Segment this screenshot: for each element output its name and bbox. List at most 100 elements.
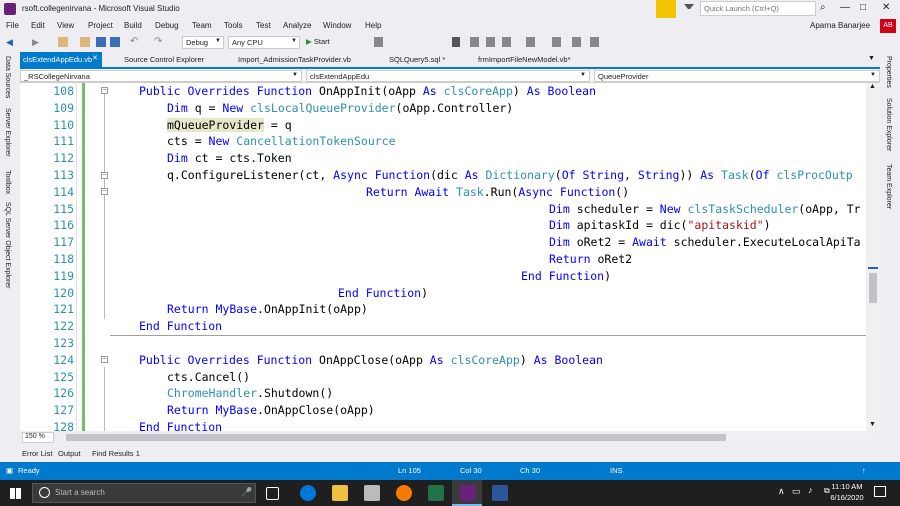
collapse-line — [104, 367, 105, 431]
clock-time[interactable]: 11:10 AM — [828, 482, 866, 491]
start-button[interactable]: ▶ Start — [306, 37, 330, 46]
zoom-value: 150 % — [25, 433, 45, 440]
excel-icon[interactable] — [428, 485, 444, 501]
menu-window[interactable]: Window — [323, 21, 351, 30]
toolbar-icon-5[interactable] — [552, 37, 561, 47]
column-indicator: Col 30 — [460, 466, 482, 475]
collapse-toggle-icon[interactable]: − — [101, 172, 108, 179]
action-center-icon[interactable] — [874, 486, 886, 497]
toolbar-icon-6[interactable] — [572, 37, 581, 47]
zoom-select[interactable]: 150 % — [22, 432, 54, 443]
new-project-icon[interactable] — [58, 37, 68, 47]
microphone-icon[interactable]: 🎤 — [241, 487, 252, 498]
network-icon[interactable]: ▭ — [792, 486, 801, 497]
forward-icon[interactable]: ▶ — [32, 37, 39, 48]
tab-frmimportfilenewmodel[interactable]: frmImportFileNewModel.vb* — [478, 55, 571, 64]
close-button[interactable]: ✕ — [882, 2, 890, 13]
scroll-thumb[interactable] — [869, 273, 877, 303]
toolbar-icon-1[interactable] — [470, 37, 479, 47]
code-token: Return — [549, 252, 591, 266]
notification-flag-icon[interactable] — [656, 0, 676, 18]
firefox-icon[interactable] — [396, 485, 412, 501]
taskbar-search-box[interactable]: Start a search 🎤 — [32, 483, 256, 503]
minimize-button[interactable]: — — [840, 2, 850, 13]
word-icon[interactable] — [492, 485, 508, 501]
horizontal-scroll-area: 150 % — [20, 431, 880, 444]
collapse-toggle-icon[interactable]: − — [101, 87, 108, 94]
horizontal-scroll-thumb[interactable] — [66, 434, 726, 441]
team-explorer-tab[interactable]: Team Explorer — [885, 164, 892, 209]
class-dropdown[interactable]: clsExtendAppEdu ▼ — [306, 70, 590, 82]
undo-icon[interactable]: ↶ — [130, 36, 138, 47]
horizontal-scrollbar[interactable] — [58, 434, 878, 441]
server-explorer-tab[interactable]: Server Explorer — [4, 108, 11, 157]
code-token: clsProcOutp — [776, 168, 853, 182]
volume-icon[interactable]: ♪ — [808, 485, 813, 495]
platform-select[interactable]: Any CPU ▼ — [228, 36, 300, 49]
code-token: (oApp.Controller) — [395, 100, 514, 115]
menu-view[interactable]: View — [57, 21, 74, 30]
config-select[interactable]: Debug ▼ — [182, 36, 224, 49]
vertical-scrollbar[interactable]: ▲ ▼ — [866, 83, 880, 431]
collapse-toggle-icon[interactable]: − — [101, 188, 108, 195]
tab-clsextendappedu[interactable]: clsExtendAppEdu.vb ✕ — [20, 52, 102, 67]
quick-launch-input[interactable] — [700, 1, 816, 16]
collapse-toggle-icon[interactable]: − — [101, 356, 108, 363]
back-icon[interactable]: ◀ — [6, 37, 13, 48]
tab-sqlquery5[interactable]: SQLQuery5.sql * — [389, 55, 445, 64]
tab-source-control-explorer[interactable]: Source Control Explorer — [124, 55, 204, 64]
menu-analyze[interactable]: Analyze — [283, 21, 311, 30]
toolbar-icon-4[interactable] — [526, 37, 535, 47]
close-icon[interactable]: ✕ — [92, 54, 98, 62]
menu-file[interactable]: File — [6, 21, 19, 30]
member-dropdown[interactable]: QueueProvider ▼ — [594, 70, 880, 82]
menu-test[interactable]: Test — [256, 21, 271, 30]
menu-build[interactable]: Build — [124, 21, 142, 30]
code-line: mQueueProvider = q — [167, 117, 292, 134]
show-hidden-icons-icon[interactable]: ∧ — [778, 486, 785, 497]
toolbox-tab[interactable]: Toolbox — [4, 170, 11, 194]
store-icon[interactable] — [364, 485, 380, 501]
clock-date[interactable]: 6/16/2020 — [828, 493, 866, 502]
save-all-icon[interactable] — [110, 37, 120, 47]
visual-studio-icon[interactable] — [460, 485, 476, 501]
windows-start-icon[interactable] — [10, 488, 21, 499]
output-tab[interactable]: Output — [58, 449, 81, 458]
bookmark-icon[interactable] — [452, 37, 460, 47]
properties-tab[interactable]: Properties — [885, 56, 892, 88]
menu-debug[interactable]: Debug — [155, 21, 179, 30]
menu-team[interactable]: Team — [192, 21, 212, 30]
code-editor[interactable]: 108 109 110 111 112 113 114 115 116 117 … — [20, 83, 866, 431]
edge-icon[interactable] — [300, 485, 316, 501]
project-dropdown[interactable]: _RSCollegeNirvana ▼ — [20, 70, 302, 82]
find-results-tab[interactable]: Find Results 1 — [92, 449, 140, 458]
scroll-down-icon[interactable]: ▼ — [869, 421, 876, 428]
attach-icon[interactable] — [374, 37, 383, 47]
tab-import-admission[interactable]: Import_AdmissionTaskProvider.vb — [238, 55, 351, 64]
menu-help[interactable]: Help — [365, 21, 381, 30]
user-name[interactable]: Aparna Banarjee — [810, 21, 870, 30]
data-sources-tab[interactable]: Data Sources — [4, 56, 11, 98]
maximize-button[interactable]: □ — [860, 2, 866, 13]
tab-overflow-icon[interactable]: ▼ — [868, 55, 875, 62]
open-icon[interactable] — [80, 37, 90, 47]
file-explorer-icon[interactable] — [332, 485, 348, 501]
task-view-icon[interactable] — [266, 487, 279, 500]
save-icon[interactable] — [96, 37, 106, 47]
solution-explorer-tab[interactable]: Solution Explorer — [885, 98, 892, 151]
avatar[interactable]: AB — [880, 19, 896, 33]
menu-project[interactable]: Project — [88, 21, 113, 30]
filter-icon[interactable] — [684, 4, 694, 14]
redo-icon[interactable]: ↷ — [154, 36, 162, 47]
git-icon[interactable]: ↑ — [862, 466, 866, 475]
search-icon[interactable]: ⌕ — [820, 2, 826, 13]
scroll-up-icon[interactable]: ▲ — [869, 83, 876, 90]
toolbar-icon-7[interactable] — [590, 37, 599, 47]
toolbar-icon-2[interactable] — [486, 37, 495, 47]
menu-edit[interactable]: Edit — [31, 21, 45, 30]
menu-tools[interactable]: Tools — [224, 21, 243, 30]
line-number: 127 — [53, 403, 74, 418]
sql-server-object-explorer-tab[interactable]: SQL Server Object Explorer — [4, 202, 11, 289]
error-list-tab[interactable]: Error List — [22, 449, 52, 458]
toolbar-icon-3[interactable] — [502, 37, 511, 47]
